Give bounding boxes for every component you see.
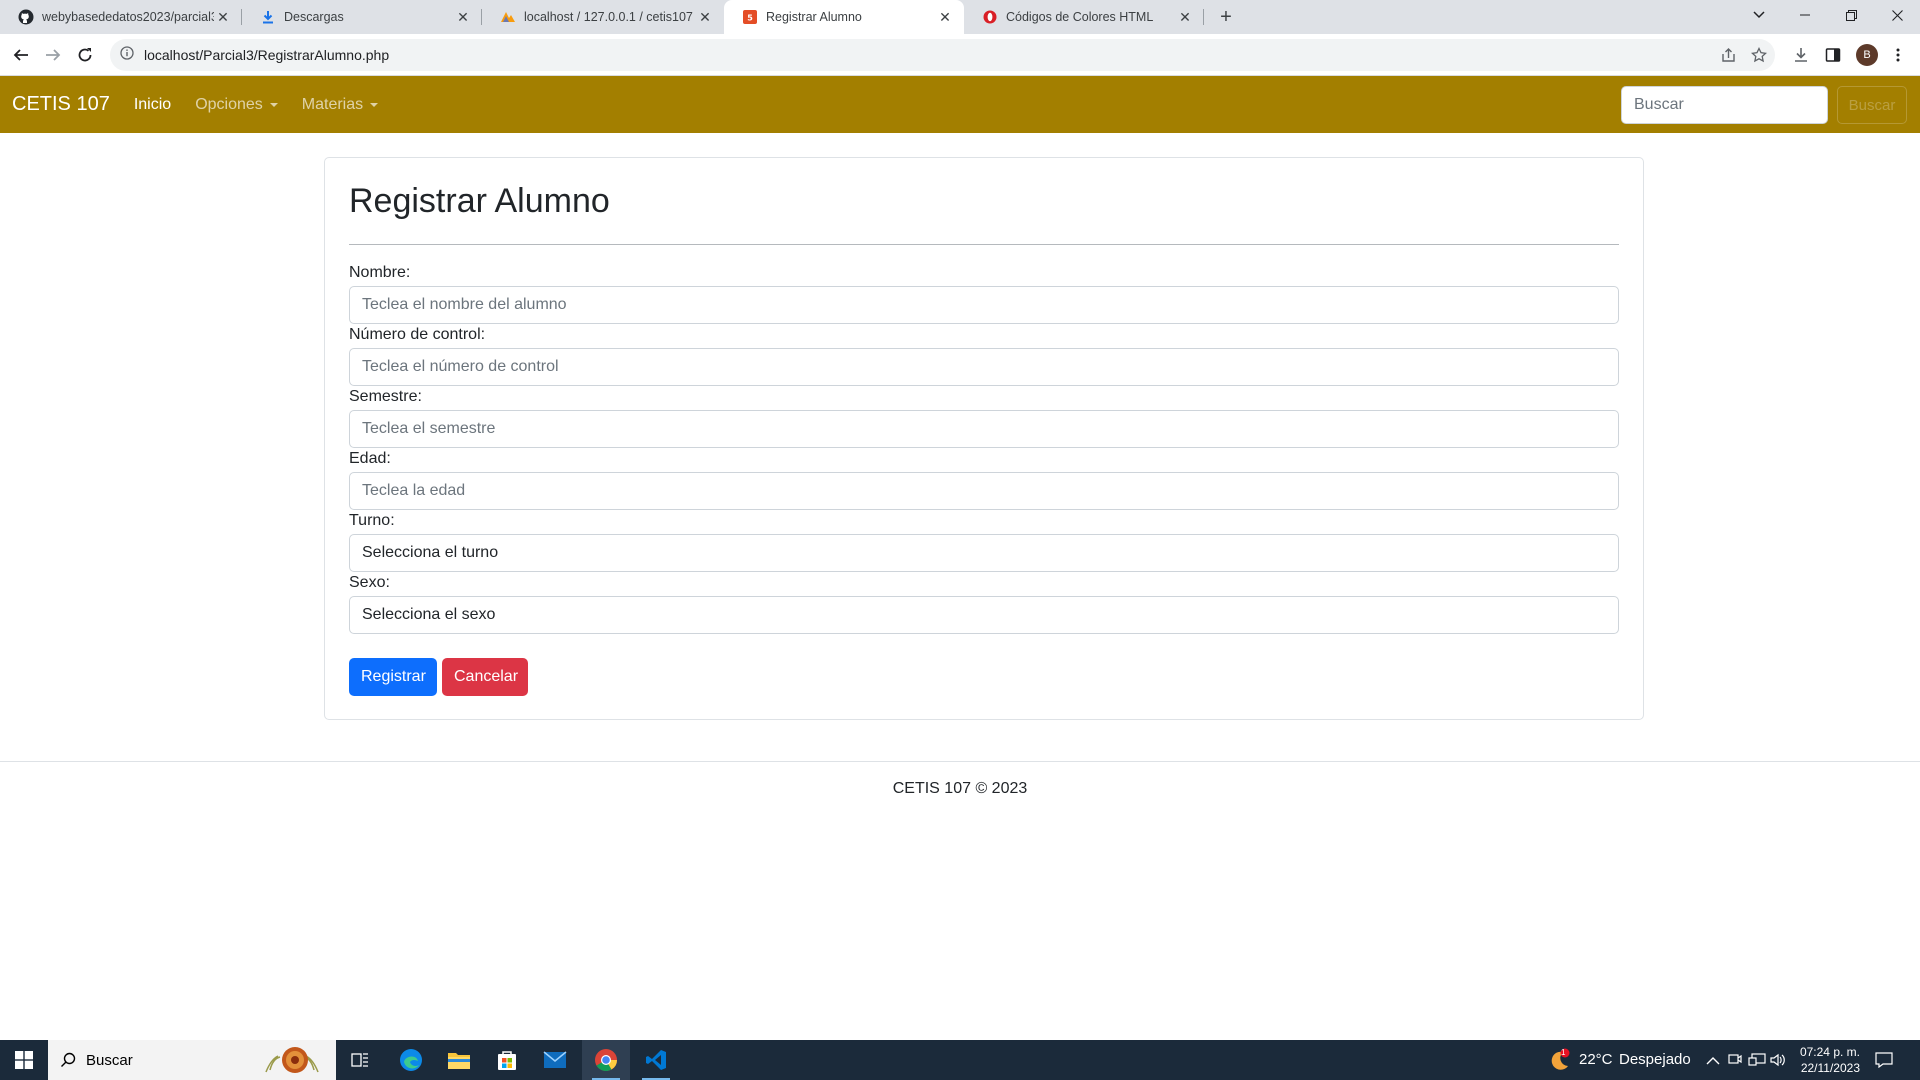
cancelar-button[interactable]: Cancelar xyxy=(442,658,528,696)
taskbar-search-label: Buscar xyxy=(86,1051,133,1069)
weather-badge: 1 xyxy=(1561,1048,1566,1057)
forward-icon[interactable] xyxy=(41,43,65,67)
tab-search-icon[interactable] xyxy=(1736,0,1782,30)
browser-tab-strip: webybasededatos2023/parcial3/ ✕ Descarga… xyxy=(0,0,1920,34)
tab-title: localhost / 127.0.0.1 / cetis107 / xyxy=(524,10,696,24)
mail-icon[interactable] xyxy=(531,1040,579,1080)
turno-label: Turno: xyxy=(349,512,395,529)
windows-start-icon[interactable] xyxy=(0,1040,48,1080)
numero-control-input[interactable] xyxy=(349,348,1619,386)
side-panel-icon[interactable] xyxy=(1821,43,1845,67)
chrome-icon[interactable] xyxy=(582,1040,630,1080)
file-explorer-icon[interactable] xyxy=(435,1040,483,1080)
vscode-icon[interactable] xyxy=(632,1040,680,1080)
register-student-card: Registrar Alumno Nombre: Número de contr… xyxy=(324,157,1644,720)
back-icon[interactable] xyxy=(9,43,33,67)
clock-date: 22/11/2023 xyxy=(1800,1061,1860,1075)
bookmark-star-icon[interactable] xyxy=(1747,43,1771,67)
nav-dropdown-materias[interactable]: Materias xyxy=(301,95,379,114)
nav-dropdown-opciones[interactable]: Opciones xyxy=(195,96,278,114)
download-icon xyxy=(260,9,276,25)
windows-taskbar: Buscar 1 22°C Despejado 07:24 p. m. 22/1… xyxy=(0,1040,1920,1080)
nombre-label: Nombre: xyxy=(349,264,411,281)
browser-toolbar: localhost/Parcial3/RegistrarAlumno.php B xyxy=(0,34,1920,76)
volume-icon[interactable] xyxy=(1770,1052,1786,1073)
sexo-select-value: Selecciona el sexo xyxy=(362,606,496,623)
weather-desc: Despejado xyxy=(1619,1051,1691,1068)
nav-link-label: Inicio xyxy=(133,95,172,113)
reload-icon[interactable] xyxy=(73,43,97,67)
notifications-icon[interactable] xyxy=(1875,1052,1893,1073)
navbar-brand[interactable]: CETIS 107 xyxy=(12,93,110,116)
nombre-input[interactable] xyxy=(349,286,1619,324)
restore-button[interactable] xyxy=(1828,0,1874,30)
profile-avatar[interactable]: B xyxy=(1856,44,1878,66)
edge-icon[interactable] xyxy=(387,1040,435,1080)
share-icon[interactable] xyxy=(1716,43,1740,67)
weather-temp: 22°C xyxy=(1579,1051,1613,1068)
nav-link-inicio[interactable]: Inicio xyxy=(134,96,171,114)
search-icon xyxy=(60,1052,76,1068)
close-icon[interactable]: ✕ xyxy=(696,8,714,26)
address-bar[interactable]: localhost/Parcial3/RegistrarAlumno.php xyxy=(110,39,1775,71)
url-text: localhost/Parcial3/RegistrarAlumno.php xyxy=(144,47,390,63)
task-view-icon[interactable] xyxy=(336,1040,384,1080)
site-navbar: CETIS 107 Inicio Opciones Materias Busca… xyxy=(0,76,1920,133)
clock-time: 07:24 p. m. xyxy=(1799,1045,1860,1059)
nav-link-label: Opciones xyxy=(195,95,263,113)
numero-control-label: Número de control: xyxy=(349,326,486,343)
tab-codigos-colores[interactable]: Códigos de Colores HTML ✕ xyxy=(964,0,1204,34)
meet-now-icon[interactable] xyxy=(1728,1052,1742,1073)
semestre-input[interactable] xyxy=(349,410,1619,448)
sexo-select[interactable]: Selecciona el sexo xyxy=(349,596,1619,634)
caret-down-icon xyxy=(370,102,379,107)
tab-title: Códigos de Colores HTML xyxy=(1006,10,1154,24)
turno-select[interactable]: Selecciona el turno xyxy=(349,534,1619,572)
more-menu-icon[interactable] xyxy=(1886,43,1910,67)
edad-input[interactable] xyxy=(349,472,1619,510)
navbar-search-button[interactable]: Buscar xyxy=(1837,86,1907,124)
svg-text:5: 5 xyxy=(747,14,753,23)
phpmyadmin-icon xyxy=(500,9,516,25)
edad-label: Edad: xyxy=(349,450,391,467)
title-divider xyxy=(349,244,1619,245)
network-icon[interactable] xyxy=(1748,1052,1766,1073)
footer-copyright: CETIS 107 © 2023 xyxy=(892,780,1028,797)
close-icon[interactable]: ✕ xyxy=(214,8,232,26)
tab-descargas[interactable]: Descargas ✕ xyxy=(242,0,482,34)
taskbar-search-box[interactable]: Buscar xyxy=(48,1040,336,1080)
nav-link-label: Materias xyxy=(301,95,364,113)
tab-registrar-alumno[interactable]: 5 Registrar Alumno ✕ xyxy=(724,0,964,34)
chevron-up-icon[interactable] xyxy=(1706,1053,1720,1071)
semestre-label: Semestre: xyxy=(349,388,422,405)
close-icon[interactable]: ✕ xyxy=(1176,8,1194,26)
page-title: Registrar Alumno xyxy=(349,182,610,220)
info-icon[interactable] xyxy=(120,45,134,65)
store-icon[interactable] xyxy=(483,1040,531,1080)
sexo-label: Sexo: xyxy=(349,574,390,591)
close-window-button[interactable] xyxy=(1874,0,1920,30)
registrar-button[interactable]: Registrar xyxy=(349,658,437,696)
close-icon[interactable]: ✕ xyxy=(454,8,472,26)
tab-separator xyxy=(1203,9,1204,25)
weather-icon[interactable] xyxy=(1545,1048,1571,1077)
tab-title: webybasededatos2023/parcial3/ xyxy=(42,10,214,24)
turno-select-value: Selecciona el turno xyxy=(362,544,499,561)
close-icon[interactable]: ✕ xyxy=(936,8,954,26)
footer-divider xyxy=(0,761,1920,762)
downloads-icon[interactable] xyxy=(1789,43,1813,67)
github-icon xyxy=(18,9,34,25)
caret-down-icon xyxy=(269,102,278,107)
tab-github[interactable]: webybasededatos2023/parcial3/ ✕ xyxy=(0,0,242,34)
tab-phpmyadmin[interactable]: localhost / 127.0.0.1 / cetis107 / ✕ xyxy=(482,0,724,34)
taskbar-clock[interactable]: 07:24 p. m. 22/11/2023 xyxy=(1790,1044,1860,1076)
html5-icon: 5 xyxy=(742,9,758,25)
tab-title: Descargas xyxy=(284,10,344,24)
navbar-search-input[interactable] xyxy=(1621,86,1828,124)
new-tab-button[interactable]: + xyxy=(1214,5,1238,29)
minimize-button[interactable] xyxy=(1782,0,1828,30)
tab-title: Registrar Alumno xyxy=(766,10,862,24)
search-highlight-icon xyxy=(262,1044,328,1076)
opera-icon xyxy=(982,9,998,25)
